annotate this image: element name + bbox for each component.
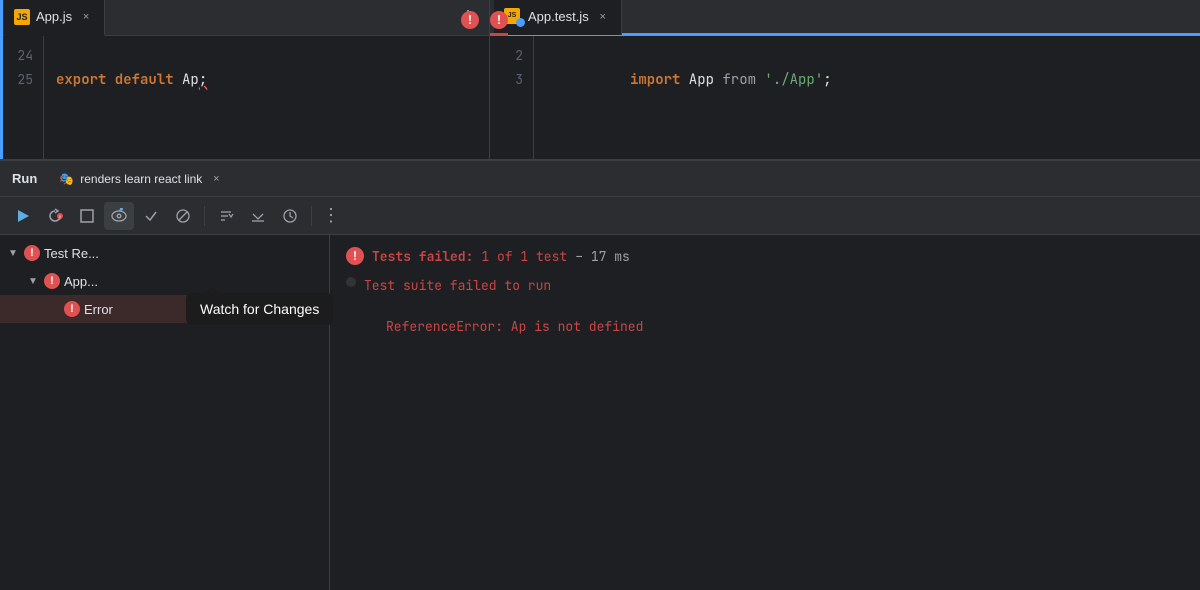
tree-label-error: Error bbox=[84, 302, 113, 317]
watch-button[interactable] bbox=[104, 202, 134, 230]
bullet-icon bbox=[346, 277, 356, 287]
stop-button[interactable] bbox=[72, 202, 102, 230]
error-icon-app: ! bbox=[44, 273, 60, 289]
tab-appjs-label: App.js bbox=[36, 9, 72, 24]
main-content: ▼ ! Test Re... ▼ ! App... ! Error bbox=[0, 235, 1200, 590]
expand-icon-results: ▼ bbox=[8, 248, 20, 259]
test-count: 1 of 1 test bbox=[481, 248, 567, 265]
run-tab-close[interactable]: × bbox=[208, 171, 224, 187]
line-numbers-right: 2 3 bbox=[490, 36, 534, 159]
test-duration: – 17 ms bbox=[575, 248, 630, 265]
run-tab-name: renders learn react link bbox=[80, 172, 202, 186]
cancel-button[interactable] bbox=[168, 202, 198, 230]
sort-button[interactable] bbox=[211, 202, 241, 230]
run-button[interactable] bbox=[8, 202, 38, 230]
toolbar-sep-1 bbox=[204, 206, 205, 226]
run-tab-item[interactable]: 🎭 renders learn react link × bbox=[49, 161, 234, 197]
check-button[interactable] bbox=[136, 202, 166, 230]
code-line-25: export default Ap; bbox=[56, 68, 477, 92]
output-suite-failed: Test suite failed to run bbox=[346, 277, 1184, 294]
status-label: Tests failed: bbox=[372, 248, 473, 265]
tree-panel: ▼ ! Test Re... ▼ ! App... ! Error bbox=[0, 235, 330, 590]
line-numbers-left: 24 25 bbox=[0, 36, 44, 159]
left-code-content: export default Ap; bbox=[44, 36, 489, 159]
left-tab-bar: JS App.js × ⋮ bbox=[0, 0, 489, 36]
tab-appjs-close[interactable]: × bbox=[78, 9, 94, 25]
tree-label-results: Test Re... bbox=[44, 246, 99, 261]
code-line-24 bbox=[56, 44, 477, 68]
run-label: Run bbox=[4, 171, 45, 186]
output-panel: ! Tests failed: 1 of 1 test – 17 ms Test… bbox=[330, 235, 1200, 590]
right-code-area: 2 3 import App from './App'; ! bbox=[490, 36, 1200, 159]
run-tab-emoji: 🎭 bbox=[59, 172, 74, 186]
output-error-message: ReferenceError: Ap is not defined bbox=[346, 318, 1184, 335]
error-icon-results: ! bbox=[24, 245, 40, 261]
rerun-button[interactable]: ! bbox=[40, 202, 70, 230]
history-button[interactable] bbox=[275, 202, 305, 230]
tree-label-app: App... bbox=[64, 274, 98, 289]
left-code-area: 24 25 export default Ap; ! bbox=[0, 36, 489, 159]
output-header: ! Tests failed: 1 of 1 test – 17 ms bbox=[346, 247, 1184, 265]
output-error-icon: ! bbox=[346, 247, 364, 265]
right-editor: JS App.test.js × 2 3 import App from './… bbox=[490, 0, 1200, 159]
right-tab-bar: JS App.test.js × bbox=[490, 0, 1200, 36]
expand-icon-error bbox=[48, 304, 60, 315]
collapse-button[interactable] bbox=[243, 202, 273, 230]
tab-apptestjs-close[interactable]: × bbox=[595, 9, 611, 25]
tab-apptestjs[interactable]: JS App.test.js × bbox=[494, 0, 622, 35]
code-line-3 bbox=[546, 116, 1188, 140]
expand-icon-app: ▼ bbox=[28, 276, 40, 287]
tab-appjs[interactable]: JS App.js × bbox=[4, 0, 105, 36]
run-tab-bar: Run 🎭 renders learn react link × bbox=[0, 161, 1200, 197]
toolbar-sep-2 bbox=[311, 206, 312, 226]
toolbar: ! bbox=[0, 197, 1200, 235]
output-spacer bbox=[346, 298, 1184, 318]
js-icon: JS bbox=[14, 9, 30, 25]
right-code-content: import App from './App'; bbox=[534, 36, 1200, 159]
bottom-panel: Run 🎭 renders learn react link × ! bbox=[0, 160, 1200, 590]
suite-failed-text: Test suite failed to run bbox=[364, 277, 551, 294]
error-message-text: ReferenceError: Ap is not defined bbox=[346, 318, 643, 335]
toolbar-more-button[interactable]: ⋮ bbox=[322, 205, 340, 226]
tree-item-app[interactable]: ▼ ! App... bbox=[0, 267, 329, 295]
tree-item-test-results[interactable]: ▼ ! Test Re... bbox=[0, 239, 329, 267]
tree-item-error[interactable]: ! Error bbox=[0, 295, 329, 323]
tab-apptestjs-label: App.test.js bbox=[528, 9, 589, 24]
code-line-import: import App from './App'; bbox=[546, 44, 1188, 116]
error-icon-error: ! bbox=[64, 301, 80, 317]
